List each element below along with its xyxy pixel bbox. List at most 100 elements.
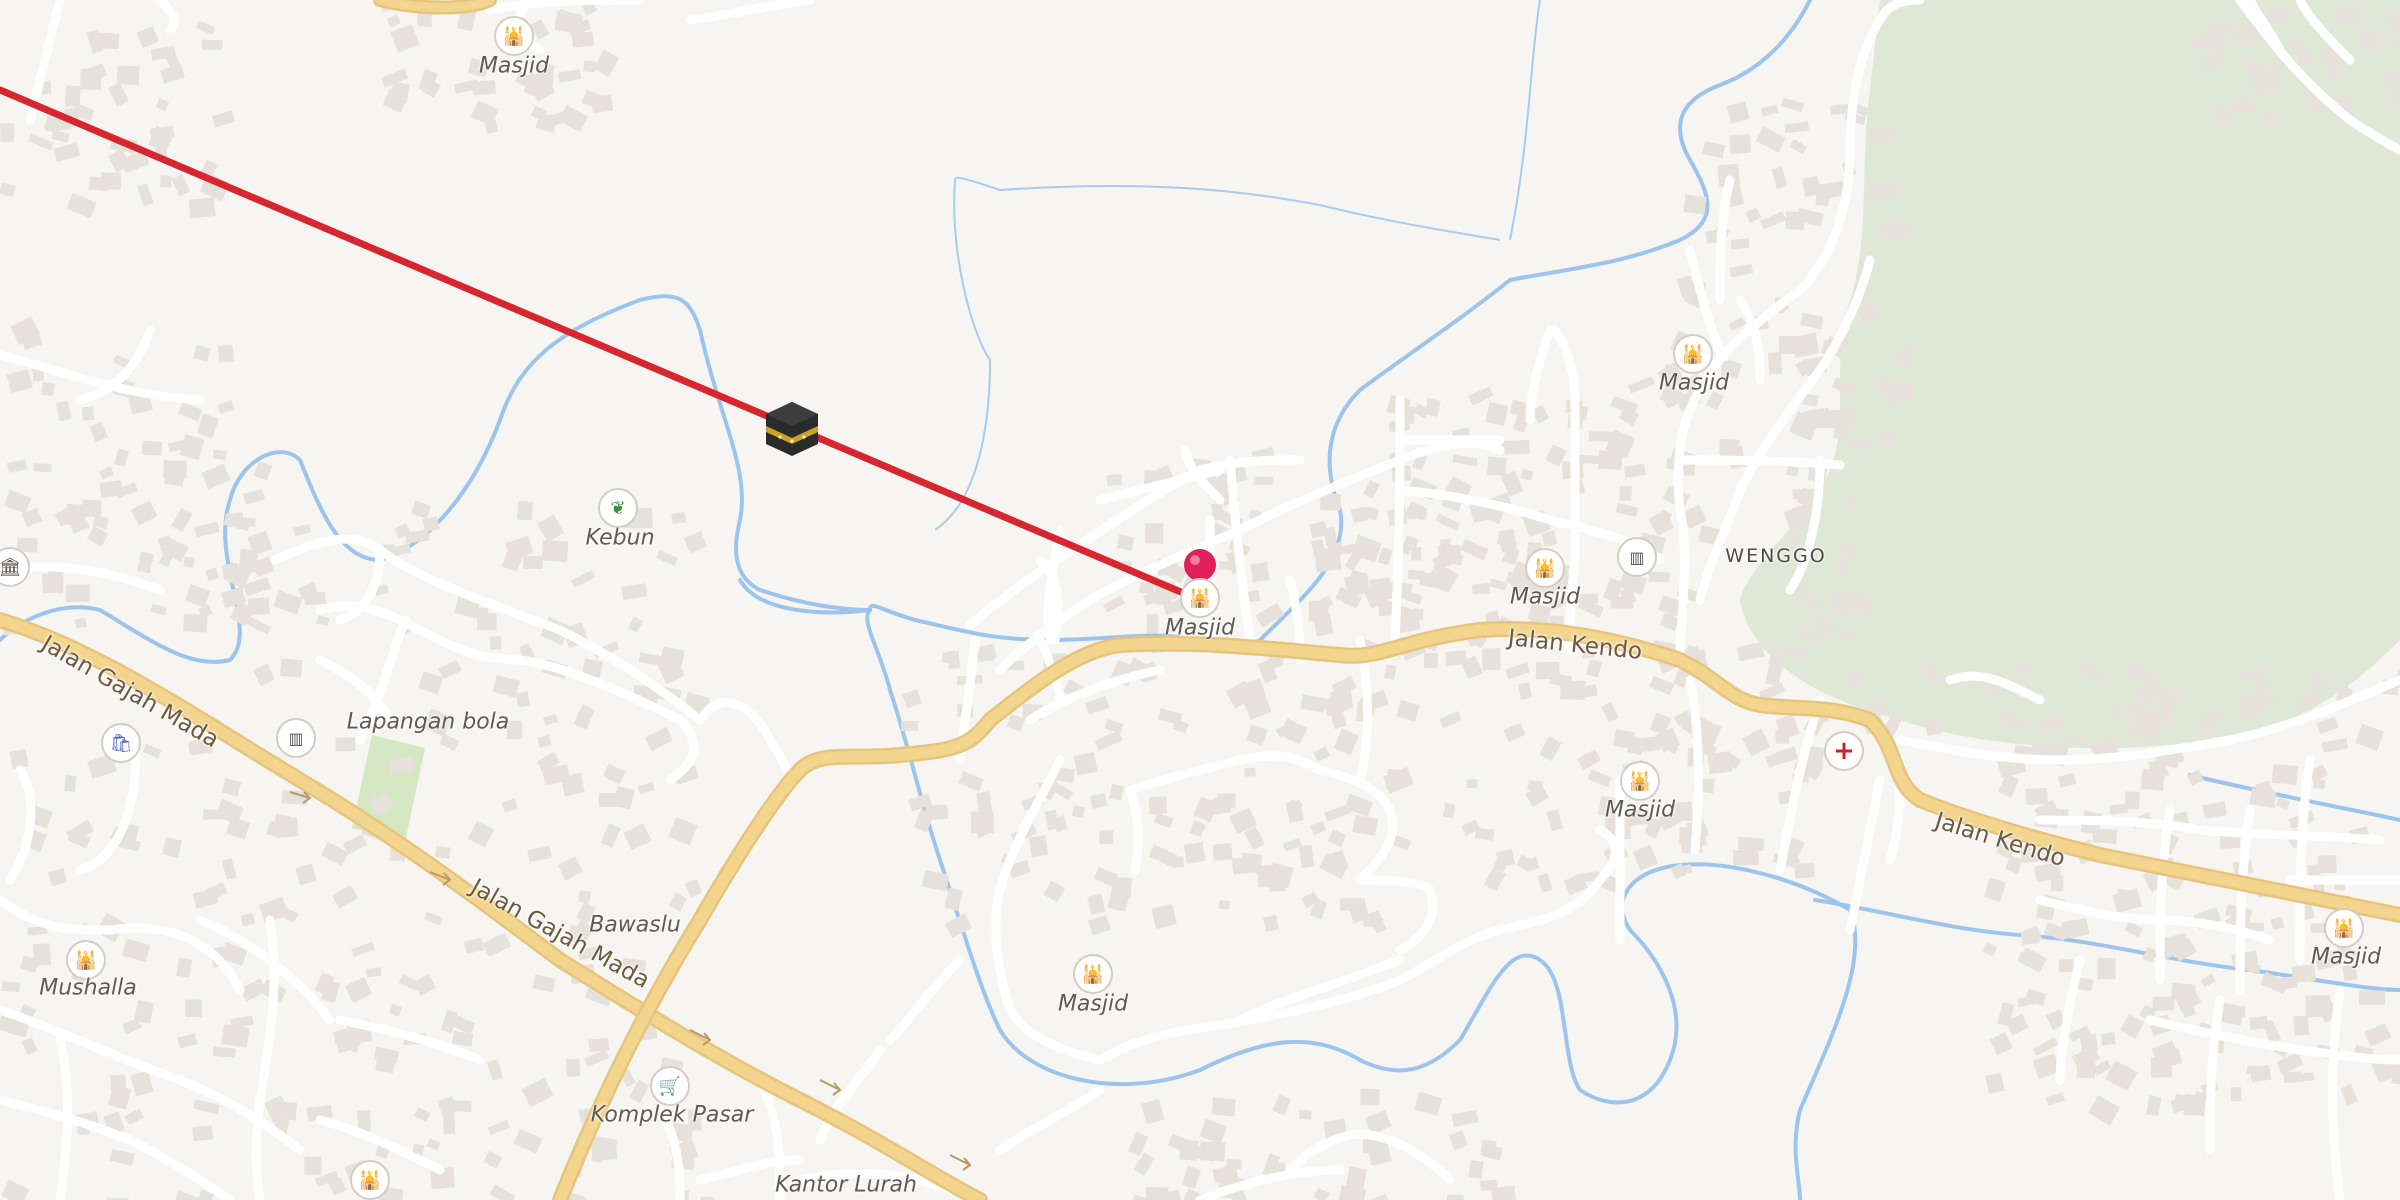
poi-label-masjid-center: Masjid (1164, 615, 1236, 641)
building (2246, 1065, 2263, 1076)
building (477, 613, 497, 631)
building (65, 584, 90, 602)
building (1737, 836, 1765, 852)
building (2122, 662, 2149, 681)
building (515, 691, 530, 708)
building (32, 943, 52, 966)
building (82, 406, 95, 421)
building (1211, 1097, 1236, 1117)
building (442, 1113, 456, 1134)
building (274, 817, 299, 839)
building (422, 516, 440, 532)
building (489, 636, 502, 650)
building (1482, 648, 1501, 670)
poi-label-komplek-pasar: Komplek Pasar (590, 1102, 754, 1128)
building (1732, 849, 1759, 866)
mosque-icon[interactable]: 🕌 (1673, 334, 1713, 374)
building (0, 123, 15, 142)
building (1411, 547, 1422, 561)
building (1340, 898, 1366, 911)
building (1730, 238, 1750, 250)
building (925, 804, 949, 821)
building (81, 499, 102, 518)
building (1836, 558, 1849, 576)
building (434, 845, 451, 860)
map-canvas[interactable]: 🕌 Masjid ❦ Kebun 🕌 Masjid 🕌 Masjid 🕌 Mas… (0, 0, 2400, 1200)
building (1, 981, 21, 993)
building (1588, 431, 1615, 442)
building (2162, 701, 2174, 715)
poi-label-lapangan: Lapangan bola (346, 709, 510, 735)
mosque-icon[interactable]: 🕌 (66, 940, 106, 980)
building (2230, 1087, 2242, 1102)
building (1410, 608, 1424, 620)
poi-label-bawaslu: Bawaslu (589, 912, 681, 938)
building (2100, 1032, 2116, 1046)
poi-label-mushalla: Mushalla (39, 975, 137, 1001)
medical-cross-icon[interactable]: + (1824, 731, 1864, 771)
building (1468, 1160, 1484, 1179)
building (2025, 787, 2049, 805)
shopping-cart-icon[interactable]: 🛒 (650, 1066, 690, 1106)
building (280, 658, 303, 678)
building (1315, 553, 1337, 570)
poi-label-masjid-se: Masjid (1604, 797, 1676, 823)
mosque-icon[interactable]: 🕌 (350, 1160, 390, 1200)
poi-label-masjid-south: Masjid (1057, 991, 1129, 1017)
building (1794, 862, 1815, 879)
poi-label-masjid-east: Masjid (1509, 584, 1581, 610)
building (1244, 767, 1256, 777)
building (1240, 852, 1263, 874)
building (1560, 680, 1586, 700)
mosque-icon[interactable]: 🕌 (494, 16, 534, 56)
building (1171, 856, 1185, 868)
building (1924, 714, 1943, 736)
building (1324, 527, 1338, 547)
building (1028, 835, 1049, 858)
building (1148, 796, 1168, 815)
building (1816, 411, 1841, 428)
building (516, 500, 533, 521)
school-icon[interactable]: ▥ (1617, 537, 1657, 577)
building (1367, 1142, 1392, 1166)
building (88, 176, 109, 192)
building (164, 470, 185, 487)
building (185, 999, 202, 1018)
building (221, 1024, 250, 1048)
building (2312, 779, 2325, 789)
building (2249, 1015, 2269, 1031)
building (41, 381, 55, 397)
mosque-icon[interactable]: 🕌 (1525, 548, 1565, 588)
building (1218, 560, 1238, 571)
building (335, 737, 356, 752)
building (64, 775, 77, 793)
place-label-wenggo: WENGGO (1725, 545, 1827, 567)
mosque-icon[interactable]: 🕌 (1073, 954, 1113, 994)
mosque-icon[interactable]: 🕌 (1180, 578, 1220, 618)
building (2293, 1015, 2310, 1036)
building (2210, 105, 2235, 126)
building (1729, 134, 1751, 155)
poi-label-masjid-top: Masjid (478, 53, 550, 79)
building (188, 197, 216, 219)
building (1350, 506, 1369, 524)
building (1471, 583, 1491, 595)
building (2302, 1072, 2315, 1082)
building (97, 32, 120, 50)
mosque-icon[interactable]: 🕌 (1620, 761, 1660, 801)
building (1071, 805, 1085, 818)
building (304, 1156, 322, 1175)
plant-icon[interactable]: ❦ (598, 488, 638, 528)
building (141, 440, 163, 456)
mosque-icon[interactable]: 🕌 (2324, 908, 2364, 948)
building (2264, 108, 2278, 125)
school-icon[interactable]: ▥ (276, 718, 316, 758)
building (2020, 930, 2040, 945)
building (2110, 705, 2124, 721)
building (1613, 729, 1635, 749)
building (1637, 736, 1661, 753)
shopping-bag-icon[interactable]: 🛍 (101, 723, 141, 763)
poi-label-masjid-far-east: Masjid (2310, 944, 2382, 970)
building (942, 652, 959, 665)
building (238, 548, 259, 573)
